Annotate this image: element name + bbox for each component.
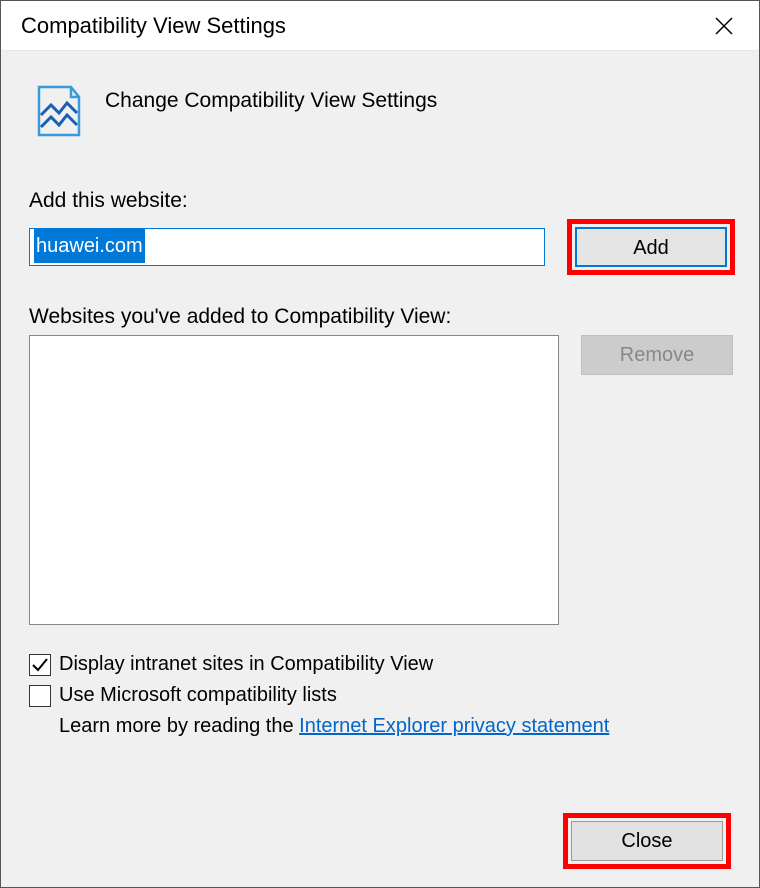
add-button[interactable]: Add xyxy=(575,227,727,267)
use-ms-lists-row: Use Microsoft compatibility lists xyxy=(29,684,735,707)
compatibility-view-icon xyxy=(29,83,85,139)
add-website-row: huawei.com Add xyxy=(29,219,735,275)
remove-button: Remove xyxy=(581,335,733,375)
add-website-label: Add this website: xyxy=(29,189,735,213)
highlight-close: Close xyxy=(563,813,731,869)
display-intranet-row: Display intranet sites in Compatibility … xyxy=(29,653,735,676)
dialog-content: Change Compatibility View Settings Add t… xyxy=(1,51,759,887)
privacy-statement-link[interactable]: Internet Explorer privacy statement xyxy=(299,715,609,737)
websites-list-label: Websites you've added to Compatibility V… xyxy=(29,305,735,329)
websites-list-row: Remove xyxy=(29,335,735,625)
websites-listbox[interactable] xyxy=(29,335,559,625)
close-button[interactable]: Close xyxy=(571,821,723,861)
display-intranet-label: Display intranet sites in Compatibility … xyxy=(59,653,433,676)
input-selected-text: huawei.com xyxy=(34,229,145,263)
use-ms-lists-label: Use Microsoft compatibility lists xyxy=(59,684,337,707)
header-row: Change Compatibility View Settings xyxy=(29,83,735,139)
display-intranet-checkbox[interactable] xyxy=(29,654,51,676)
close-icon[interactable] xyxy=(703,5,745,47)
learn-more-text: Learn more by reading the Internet Explo… xyxy=(59,715,735,738)
highlight-add: Add xyxy=(567,219,735,275)
titlebar: Compatibility View Settings xyxy=(1,1,759,51)
footer: Close xyxy=(563,813,731,869)
header-title: Change Compatibility View Settings xyxy=(105,83,437,113)
use-ms-lists-checkbox[interactable] xyxy=(29,685,51,707)
window-title: Compatibility View Settings xyxy=(21,13,286,39)
learn-more-prefix: Learn more by reading the xyxy=(59,715,299,737)
add-website-input[interactable]: huawei.com xyxy=(29,228,545,266)
